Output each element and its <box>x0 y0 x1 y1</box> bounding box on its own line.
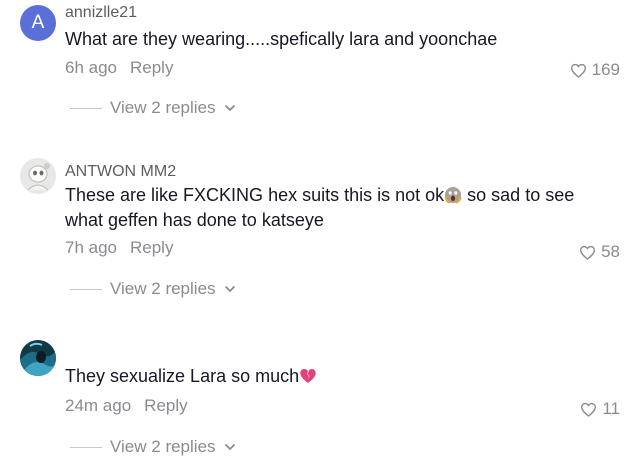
chevron-down-icon <box>224 104 235 112</box>
view-replies-button[interactable]: View 2 replies <box>70 279 236 299</box>
view-replies-label: View 2 replies <box>110 279 216 298</box>
broken-heart-emoji-icon <box>299 366 317 386</box>
comment-text-part-1: These are like FXCKING hex suits this is… <box>65 185 445 205</box>
heart-icon <box>580 245 596 260</box>
view-replies-button[interactable]: View 2 replies <box>70 437 236 457</box>
comment-text: These are like FXCKING hex suits this is… <box>65 183 585 233</box>
comment-text-content: They sexualize Lara so much <box>65 366 300 386</box>
divider <box>70 446 102 448</box>
comment-time: 24m ago <box>65 396 132 415</box>
avatar[interactable] <box>20 158 56 194</box>
view-replies-label: View 2 replies <box>110 437 216 456</box>
divider <box>70 107 102 109</box>
comment-time: 6h ago <box>65 58 117 77</box>
comment-username[interactable]: annizlle21 <box>65 4 137 22</box>
comment-text: What are they wearing.....spefically lar… <box>65 29 498 49</box>
comment-meta: 24m ago Reply <box>65 396 188 416</box>
like-count: 58 <box>601 242 620 261</box>
heart-icon <box>581 402 597 417</box>
comment-text: They sexualize Lara so much <box>65 364 585 389</box>
like-count: 169 <box>591 60 620 79</box>
chevron-down-icon <box>224 285 235 293</box>
avatar[interactable]: A <box>20 5 56 41</box>
chevron-down-icon <box>224 443 235 451</box>
comment-meta: 7h ago Reply <box>65 238 173 258</box>
comment-meta: 6h ago Reply <box>65 58 173 78</box>
screaming-emoji-icon <box>444 185 462 205</box>
heart-icon <box>570 63 586 78</box>
view-replies-button[interactable]: View 2 replies <box>70 98 236 118</box>
comment-username[interactable]: ANTWON MM2 <box>65 163 176 181</box>
reply-button[interactable]: Reply <box>130 238 173 257</box>
like-count: 11 <box>602 399 620 418</box>
comment-time: 7h ago <box>65 238 117 257</box>
reply-button[interactable]: Reply <box>130 58 173 77</box>
like-button[interactable]: 11 <box>580 399 620 419</box>
like-button[interactable]: 58 <box>579 242 620 262</box>
divider <box>70 288 102 290</box>
like-button[interactable]: 169 <box>570 60 620 80</box>
avatar[interactable] <box>20 340 56 376</box>
view-replies-label: View 2 replies <box>110 98 216 117</box>
reply-button[interactable]: Reply <box>144 396 187 415</box>
